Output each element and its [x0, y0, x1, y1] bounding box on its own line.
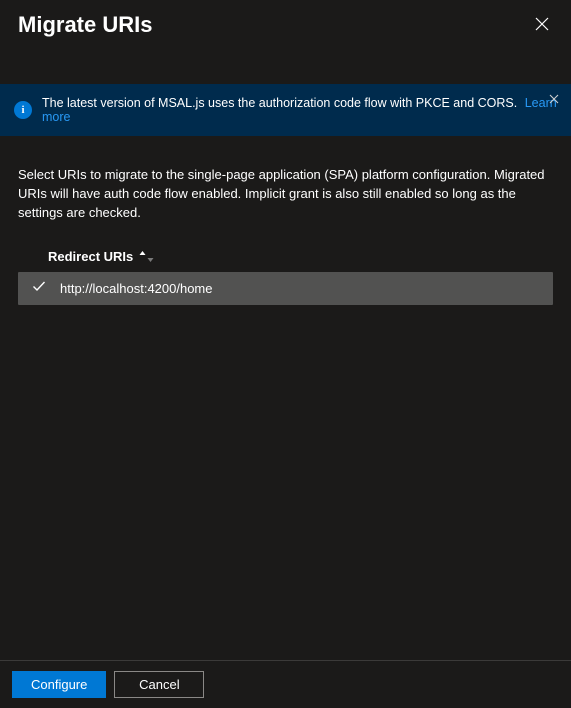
table-row[interactable]: http://localhost:4200/home — [18, 272, 553, 305]
close-icon — [549, 92, 559, 107]
info-banner-text: The latest version of MSAL.js uses the a… — [42, 96, 557, 124]
table-header[interactable]: Redirect URIs — [18, 241, 553, 272]
checkmark-icon — [32, 279, 46, 298]
configure-button[interactable]: Configure — [12, 671, 106, 698]
info-icon: i — [14, 101, 32, 119]
description-text: Select URIs to migrate to the single-pag… — [0, 136, 571, 241]
close-button[interactable] — [531, 13, 553, 38]
page-title: Migrate URIs — [18, 12, 152, 38]
sort-icon — [139, 251, 154, 262]
cancel-button[interactable]: Cancel — [114, 671, 204, 698]
uri-value: http://localhost:4200/home — [60, 281, 213, 296]
close-icon — [535, 19, 549, 34]
info-banner: i The latest version of MSAL.js uses the… — [0, 84, 571, 136]
column-label: Redirect URIs — [48, 249, 133, 264]
banner-close-button[interactable] — [547, 90, 561, 109]
